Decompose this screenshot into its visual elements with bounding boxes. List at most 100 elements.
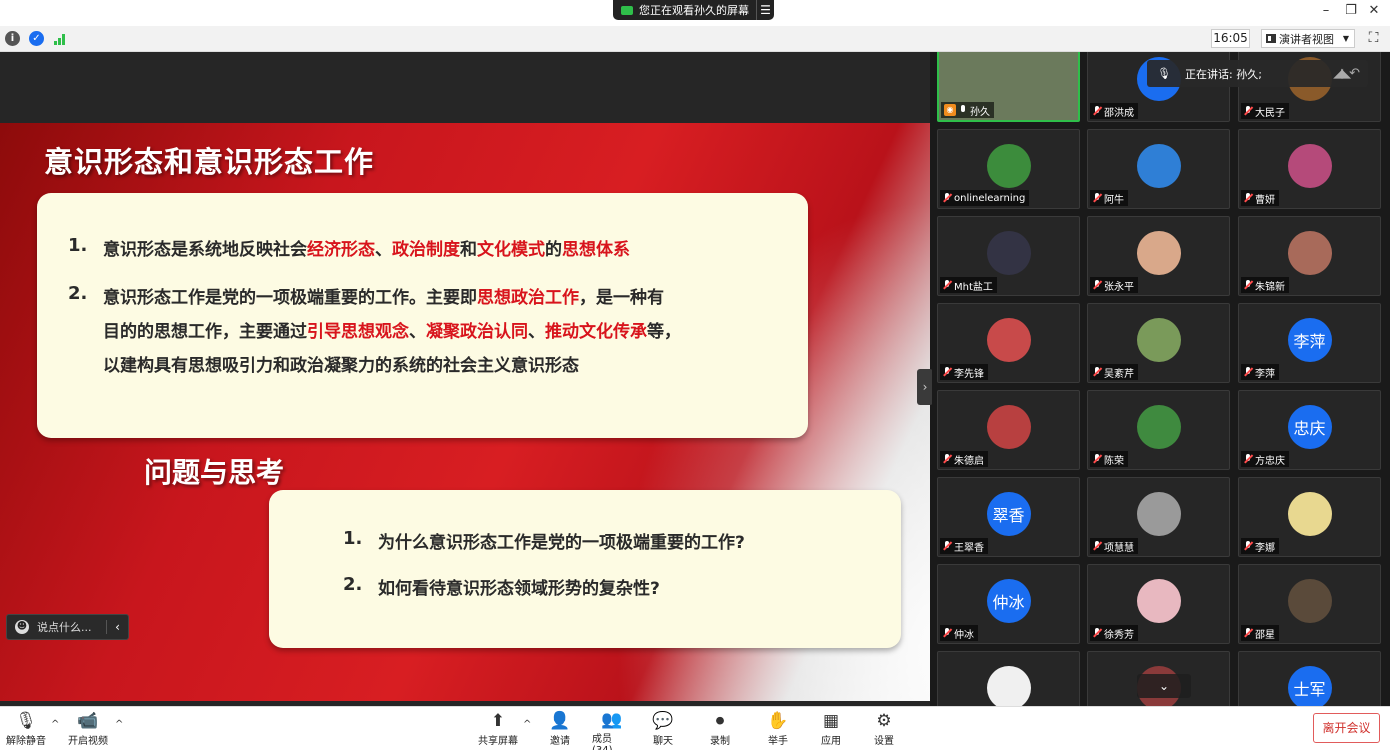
speaking-text: 正在讲话: 孙久; (1185, 67, 1262, 81)
participant-tile[interactable]: ◉ 孙久 (937, 52, 1080, 122)
participant-tile[interactable]: 翠香 王翠香 (937, 477, 1080, 557)
info-icon[interactable]: i (5, 31, 20, 46)
participant-nameplate: 邵星 (1241, 625, 1279, 641)
participant-nameplate: Mht盐工 (940, 277, 997, 293)
hand-icon: ✋ (767, 711, 789, 731)
speaker-view-icon (1266, 34, 1276, 43)
participant-tile[interactable]: 吴紊芹 (1087, 303, 1230, 383)
share-status-text: 您正在观看孙久的屏幕 (639, 4, 749, 17)
avatar (1136, 405, 1181, 449)
collapse-gallery-handle[interactable]: › (917, 369, 933, 405)
menu-icon[interactable]: ☰ (756, 0, 774, 20)
title-bar: 您正在观看孙久的屏幕 ☰ – ❐ ✕ (0, 0, 1390, 26)
participant-tile[interactable]: 朱锦新 (1238, 216, 1381, 296)
participant-tile[interactable]: 阿牛 (1087, 129, 1230, 209)
audio-options-chevron[interactable]: ^ (51, 719, 59, 730)
signal-icon[interactable] (54, 33, 68, 45)
participant-name: 朱德启 (954, 455, 984, 467)
chat-input[interactable]: ☻ 说点什么... ‹ (6, 614, 129, 640)
participant-tile[interactable]: 项慧慧 (1087, 477, 1230, 557)
mic-muted-icon (1244, 628, 1252, 638)
chevron-left-icon[interactable]: ‹ (106, 620, 128, 634)
participant-nameplate: 张永平 (1090, 277, 1138, 293)
add-user-icon: 👤 (549, 711, 571, 731)
apps-button[interactable]: ▦ 应用 (818, 710, 844, 750)
leave-meeting-button[interactable]: 离开会议 (1313, 713, 1380, 743)
participant-tile[interactable]: 李萍 李萍 (1238, 303, 1381, 383)
avatar (1287, 579, 1332, 623)
avatar (1136, 231, 1181, 275)
raise-hand-button[interactable]: ✋ 举手 (765, 710, 791, 750)
avatar: 忠庆 (1287, 405, 1332, 449)
item-2-line-3: 以建构具有思想吸引力和政治凝聚力的系统的社会主义意识形态 (103, 356, 579, 376)
scroll-down-icon[interactable]: ⌄ (1137, 674, 1191, 698)
chevron-down-icon: ▼ (1342, 34, 1349, 43)
avatar (1136, 144, 1181, 188)
participant-tile[interactable]: 曹妍 (1238, 129, 1381, 209)
shield-icon[interactable]: ✓ (29, 31, 44, 46)
participant-tile[interactable]: 陈荣 (1087, 390, 1230, 470)
participant-name: 大民子 (1255, 107, 1285, 119)
participant-tile[interactable]: 忠庆 方忠庆 (1238, 390, 1381, 470)
participant-name: Mht盐工 (954, 281, 993, 293)
participant-tile[interactable]: 李先锋 (937, 303, 1080, 383)
chat-bubble-icon: 💬 (652, 711, 674, 731)
participant-gallery: ◉ 孙久 邵洪成 大民子 onlinelearning 阿牛 曹妍 Mht盐工 张永平 朱锦新 李先… (932, 52, 1390, 706)
emoji-icon[interactable]: ☻ (15, 620, 29, 634)
view-mode-label: 演讲者视图 (1279, 32, 1334, 46)
participant-tile[interactable]: 朱德启 (937, 390, 1080, 470)
share-options-chevron[interactable]: ^ (523, 719, 531, 730)
mic-muted-icon (1244, 541, 1252, 551)
record-button[interactable]: ⏺ 录制 (707, 710, 733, 750)
mic-muted-icon (1093, 628, 1101, 638)
start-video-button[interactable]: 📹 开启视频 (66, 710, 110, 750)
item-2-line-1: 意识形态工作是党的一项极端重要的工作。主要即思想政治工作，是一种有 (103, 288, 664, 308)
participant-nameplate: 曹妍 (1241, 190, 1279, 206)
participant-tile[interactable] (937, 651, 1080, 706)
close-icon[interactable]: ✕ (1364, 3, 1384, 18)
participant-tile[interactable]: 徐秀芳 (1087, 564, 1230, 644)
participant-name: 项慧慧 (1104, 542, 1134, 554)
mic-muted-icon: 🎙 (15, 711, 37, 731)
participant-tile[interactable]: 李娜 (1238, 477, 1381, 557)
view-mode-dropdown[interactable]: 演讲者视图 ▼ (1261, 29, 1355, 48)
video-off-icon: 📹 (77, 711, 99, 731)
avatar (986, 405, 1031, 449)
collapse-arrows-icon[interactable]: ◢◣↶ (1333, 66, 1360, 81)
mic-icon: 🎙 (1157, 67, 1171, 80)
fullscreen-icon[interactable]: ⛶ (1366, 31, 1381, 46)
participant-tile[interactable]: 仲冰 仲冰 (937, 564, 1080, 644)
participant-tile[interactable]: onlinelearning (937, 129, 1080, 209)
participant-tile[interactable]: 张永平 (1087, 216, 1230, 296)
participant-name: 邵星 (1255, 629, 1275, 641)
restore-icon[interactable]: ❐ (1341, 3, 1361, 18)
item-number: 2. (68, 283, 88, 304)
chat-button[interactable]: 💬 聊天 (650, 710, 676, 750)
avatar (986, 231, 1031, 275)
participant-name: 仲冰 (954, 629, 974, 641)
settings-button[interactable]: ⚙ 设置 (871, 710, 897, 750)
mic-muted-icon (1244, 367, 1252, 377)
participant-tile[interactable]: 士军 (1238, 651, 1381, 706)
participant-name: 张永平 (1104, 281, 1134, 293)
item-1-text: 意识形态是系统地反映社会经济形态、政治制度和文化模式的思想体系 (103, 240, 630, 260)
unmute-button[interactable]: 🎙 解除静音 (6, 710, 46, 750)
screen-share-indicator[interactable]: 您正在观看孙久的屏幕 ☰ (613, 0, 774, 20)
participant-tile[interactable]: 邵星 (1238, 564, 1381, 644)
users-icon: 👥 (601, 710, 623, 730)
apps-grid-icon: ▦ (822, 711, 840, 731)
minimize-icon[interactable]: – (1316, 3, 1336, 18)
share-screen-button[interactable]: ⬆ 共享屏幕 (477, 710, 519, 750)
participant-nameplate: 徐秀芳 (1090, 625, 1138, 641)
participant-nameplate: 仲冰 (940, 625, 978, 641)
participant-tile[interactable]: Mht盐工 (937, 216, 1080, 296)
mic-muted-icon (943, 628, 951, 638)
participants-button[interactable]: 👥 成员(34) (592, 710, 632, 750)
shared-screen: 意识形态和意识形态工作 1. 意识形态是系统地反映社会经济形态、政治制度和文化模… (0, 52, 930, 706)
video-options-chevron[interactable]: ^ (115, 719, 123, 730)
avatar: 仲冰 (986, 579, 1031, 623)
avatar: 士军 (1287, 666, 1332, 706)
section-subtitle: 问题与思考 (144, 456, 285, 489)
item-number: 1. (68, 235, 88, 256)
invite-button[interactable]: 👤 邀请 (546, 710, 574, 750)
